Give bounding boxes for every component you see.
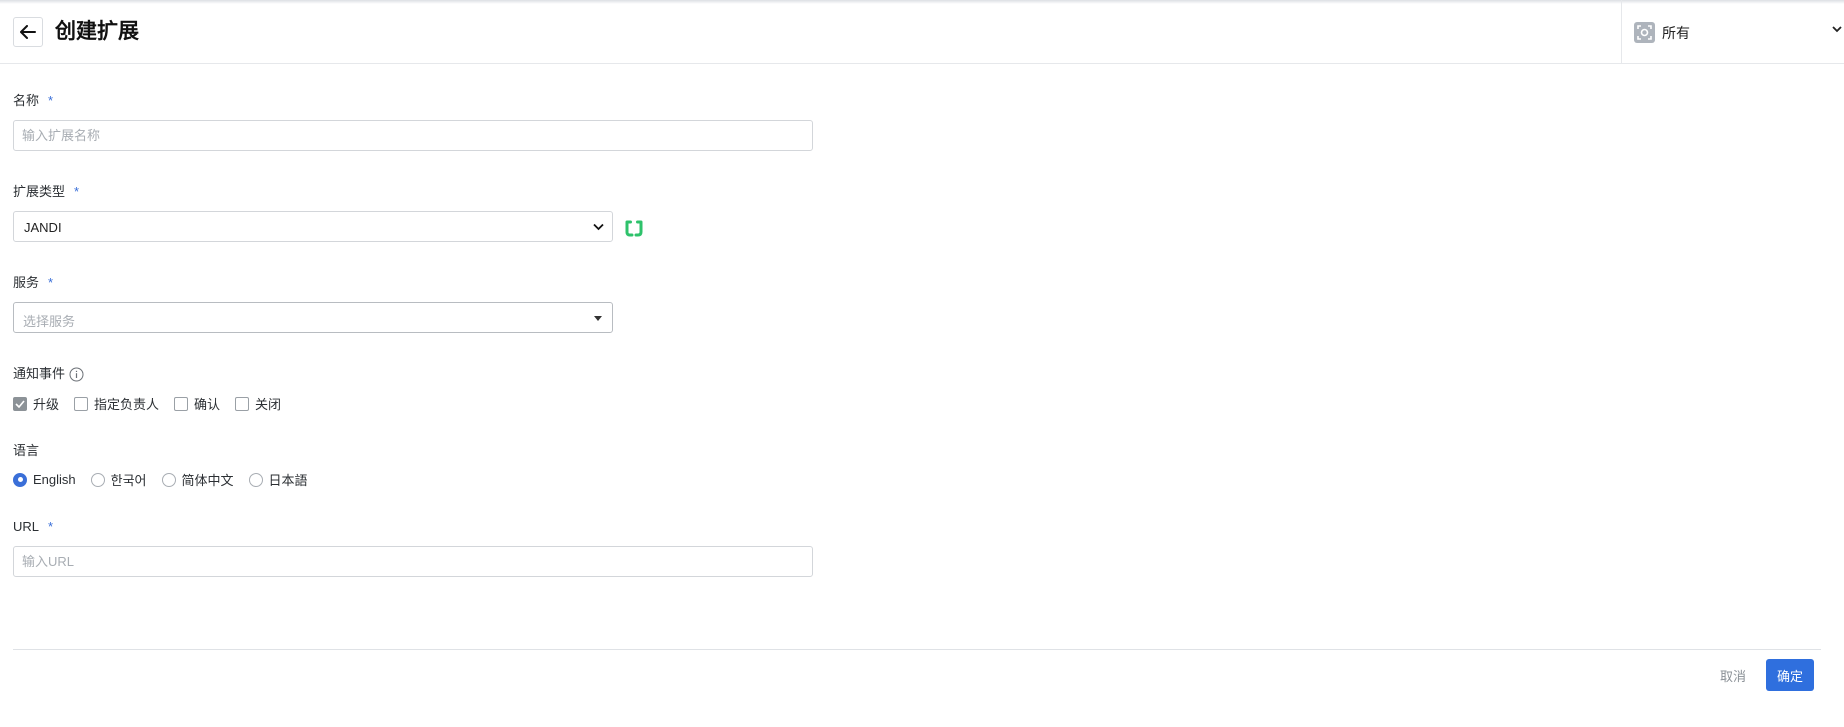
checkbox-label: 指定负责人 — [94, 397, 160, 412]
caret-down-icon — [594, 316, 602, 321]
required-mark: * — [48, 93, 54, 108]
checkbox-box[interactable] — [174, 396, 189, 411]
chevron-down-icon — [1832, 26, 1842, 33]
checkbox-escalate[interactable]: 升级 — [13, 394, 59, 413]
checkbox-label: 确认 — [194, 397, 221, 412]
radio-simplified-chinese[interactable]: 简体中文 — [161, 470, 234, 489]
radio-label: 한국어 — [110, 473, 147, 488]
radio-japanese[interactable]: 日本語 — [248, 470, 308, 489]
checkbox-box[interactable] — [235, 396, 250, 411]
jandi-logo-icon — [625, 220, 643, 237]
footer-divider — [13, 649, 1821, 650]
checkbox-label: 升级 — [33, 397, 60, 412]
arrow-left-icon — [20, 25, 36, 39]
back-button[interactable] — [13, 17, 43, 47]
name-input[interactable] — [13, 120, 813, 151]
scope-icon — [1634, 22, 1655, 43]
radio-label: 简体中文 — [181, 473, 234, 488]
checkbox-box[interactable] — [13, 396, 27, 411]
radio-korean[interactable]: 한국어 — [90, 470, 147, 489]
scope-selector[interactable]: 所有 — [1621, 0, 1844, 64]
service-placeholder: 选择服务 — [23, 314, 76, 329]
radio-dot[interactable] — [13, 472, 27, 487]
notify-events-label-text: 通知事件 — [13, 366, 66, 381]
info-icon[interactable] — [69, 367, 84, 382]
confirm-button[interactable]: 确定 — [1766, 659, 1814, 691]
required-mark: * — [74, 184, 80, 199]
chevron-down-icon — [593, 223, 604, 231]
required-mark: * — [48, 519, 54, 534]
page-title: 创建扩展 — [55, 20, 139, 43]
radio-dot[interactable] — [248, 472, 263, 487]
radio-label: English — [33, 472, 76, 487]
cancel-button[interactable]: 取消 — [1713, 659, 1753, 691]
name-label-text: 名称 — [13, 93, 40, 108]
language-label: 语言 — [13, 443, 40, 458]
notify-events-group: 升级 指定负责人 确认 关闭 — [13, 394, 296, 413]
radio-label: 日本語 — [268, 473, 308, 488]
name-label: 名称 * — [13, 93, 53, 109]
check-icon — [15, 399, 25, 408]
url-label-text: URL — [13, 519, 40, 534]
service-select[interactable]: 选择服务 — [13, 302, 613, 333]
url-input[interactable] — [13, 546, 813, 577]
checkbox-close[interactable]: 关闭 — [235, 394, 281, 413]
url-label: URL * — [13, 519, 53, 535]
extension-type-label: 扩展类型 * — [13, 184, 79, 200]
radio-english[interactable]: English — [13, 472, 76, 487]
required-mark: * — [48, 275, 54, 290]
page-header: 创建扩展 所有 — [0, 0, 1844, 64]
radio-dot[interactable] — [161, 472, 176, 487]
checkbox-assign[interactable]: 指定负责人 — [74, 394, 159, 413]
checkbox-label: 关闭 — [255, 397, 282, 412]
checkbox-acknowledge[interactable]: 确认 — [174, 394, 220, 413]
extension-type-value: JANDI — [24, 220, 62, 235]
language-group: English 한국어 简体中文 日本語 — [13, 470, 323, 489]
notify-events-label: 通知事件 — [13, 366, 84, 382]
radio-dot[interactable] — [90, 472, 105, 487]
checkbox-box[interactable] — [74, 396, 89, 411]
scope-label: 所有 — [1662, 25, 1690, 41]
service-label-text: 服务 — [13, 275, 40, 290]
extension-type-label-text: 扩展类型 — [13, 184, 66, 199]
extension-type-select[interactable]: JANDI — [13, 211, 613, 242]
service-label: 服务 * — [13, 275, 53, 291]
